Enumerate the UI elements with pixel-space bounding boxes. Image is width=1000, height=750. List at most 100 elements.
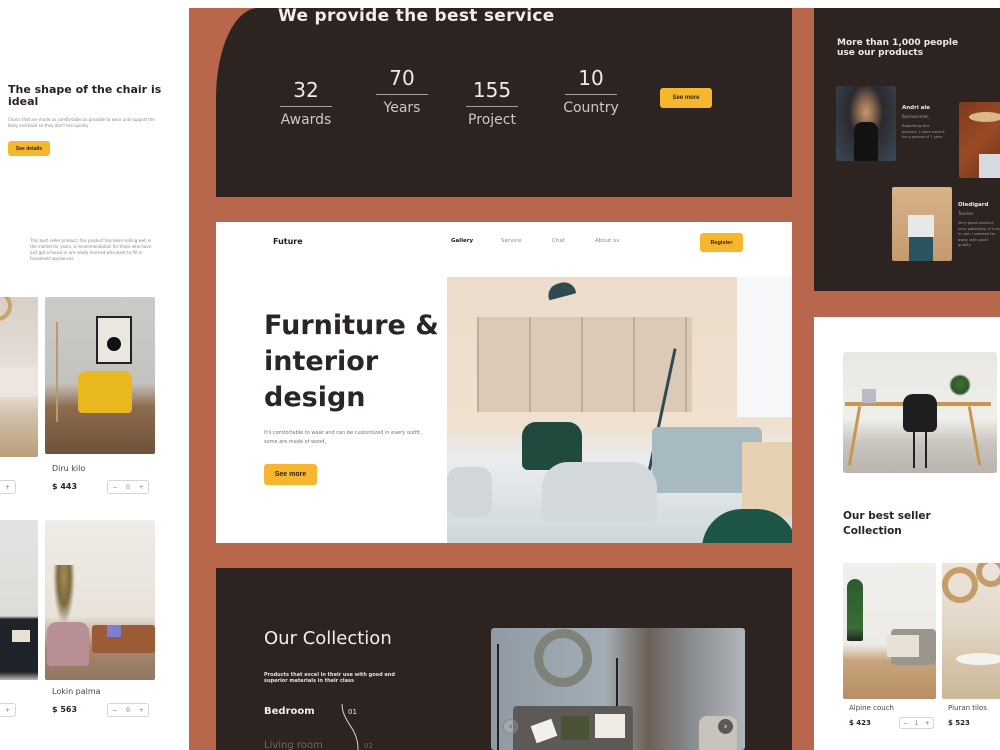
product-image-dark-sofa[interactable] (0, 520, 38, 680)
hero-see-more-button[interactable]: See more (264, 464, 317, 485)
product-name: Diru kilo (52, 464, 86, 473)
stat-years: 70 Years (374, 66, 430, 116)
stat-value: 70 (389, 66, 415, 90)
nav-gallery[interactable]: Gallery (451, 238, 473, 244)
stat-country: 10 Country (561, 66, 621, 116)
chevron-left-icon: ‹ (508, 721, 513, 732)
hero-description: It's comfortable to wear and can be cust… (264, 430, 422, 445)
quantity-stepper[interactable]: − 0 + (107, 480, 149, 494)
see-more-button[interactable]: See more (660, 88, 712, 108)
collection-curve-indicator (341, 703, 359, 750)
carousel-prev-button[interactable]: ‹ (503, 719, 518, 734)
collection-heading: Our Collection (264, 628, 392, 649)
minus-icon[interactable]: − (112, 707, 117, 714)
register-button[interactable]: Register (700, 233, 743, 252)
plus-icon[interactable]: + (925, 720, 930, 727)
nav-chat[interactable]: Chat (552, 238, 565, 244)
white-chair-left (447, 467, 492, 517)
left-product-page: The shape of the chair is ideal Chairs t… (0, 0, 189, 750)
testimonials-heading: More than 1,000 people use our products (837, 38, 959, 58)
stat-divider (280, 106, 332, 107)
product-image-living-room[interactable] (0, 297, 38, 457)
product-price: $ 523 (948, 719, 970, 727)
testimonial-role: Businessman (902, 114, 929, 119)
quantity-stepper[interactable]: 0 + (0, 703, 16, 717)
sofa-shape (0, 367, 38, 397)
testimonials-section: More than 1,000 people use our products … (814, 8, 1000, 291)
floor-lamp (545, 279, 577, 301)
plus-icon[interactable]: + (5, 707, 10, 714)
pillow (12, 630, 30, 642)
testimonial-text: Regarding this product, I have used it f… (902, 123, 945, 139)
stat-label: Country (563, 100, 619, 116)
product-price: $ 443 (52, 482, 78, 491)
stat-project: 155 Project (464, 78, 520, 128)
quantity-value: 1 (914, 719, 919, 727)
wall-frame (96, 316, 132, 364)
desk-lamp (862, 389, 876, 403)
collection-item-bedroom[interactable]: Bedroom (264, 706, 315, 717)
quantity-stepper[interactable]: − 1 + (899, 717, 934, 729)
product-image-diru-kilo[interactable] (45, 297, 155, 454)
testimonial-name: Oledigard (958, 202, 989, 208)
quantity-value: 0 (126, 483, 130, 491)
nav-service[interactable]: Service (501, 238, 521, 244)
plus-icon[interactable]: + (5, 484, 10, 491)
testimonial-photo-hat (959, 102, 1000, 178)
stat-label: Awards (280, 112, 332, 128)
stat-divider (466, 106, 518, 107)
product-price: $ 563 (52, 705, 78, 714)
plant (949, 374, 971, 396)
shelf (742, 442, 792, 517)
product-image-lokin-palma[interactable] (45, 520, 155, 680)
bestseller-description: This best seller product, this product h… (30, 238, 152, 261)
product-price: $ 423 (849, 719, 871, 727)
stat-value: 32 (293, 78, 319, 102)
stat-value: 10 (578, 66, 604, 90)
testimonial-text: Very good product, very satisfying, it's… (958, 220, 1000, 247)
throw-blanket (887, 635, 919, 657)
quantity-value: 0 (126, 706, 130, 714)
pink-armchair (47, 622, 89, 666)
best-seller-heading: Our best seller Collection (843, 510, 931, 537)
testimonial-role: Teacher (958, 211, 974, 216)
wall-clock (534, 629, 592, 687)
see-details-button[interactable]: See details (8, 141, 50, 156)
quantity-stepper[interactable]: − 0 + (107, 703, 149, 717)
carousel-next-button[interactable]: › (718, 719, 733, 734)
product-image-alpine-couch[interactable] (843, 563, 936, 699)
product-name: Lokin palma (52, 687, 101, 696)
minus-icon[interactable]: − (903, 720, 908, 727)
plus-icon[interactable]: + (139, 484, 144, 491)
rattan-mirror-2 (976, 563, 1000, 587)
product-name: Alpine couch (849, 704, 894, 712)
plus-icon[interactable]: + (139, 707, 144, 714)
stat-divider (376, 94, 428, 95)
black-chair (903, 394, 937, 432)
mirror-decor (0, 297, 12, 321)
service-section: We provide the best service 32 Awards 70… (216, 6, 792, 197)
stat-awards: 32 Awards (278, 78, 334, 128)
rattan-mirror (942, 567, 978, 603)
quantity-stepper[interactable]: 0 + (0, 480, 16, 494)
desk-leg-left (847, 406, 862, 466)
product-name: Piuran tilos (948, 704, 987, 712)
brand-logo[interactable]: Future (273, 237, 303, 246)
white-pillow-2 (595, 714, 625, 738)
green-pillow (561, 716, 589, 740)
bright-window (737, 277, 792, 417)
stat-divider (565, 94, 617, 95)
leather-sofa (92, 625, 155, 653)
floor-lamp (56, 322, 58, 422)
minus-icon[interactable]: − (112, 484, 117, 491)
nav-about-us[interactable]: About us (595, 238, 619, 244)
collection-description: Products that excel in their use with go… (264, 672, 395, 684)
collection-item-living-room[interactable]: Living room (264, 740, 323, 750)
chair-legs (913, 432, 927, 468)
palm-plant (53, 565, 75, 625)
testimonial-photo-oledigard (892, 187, 952, 261)
best-seller-page: Our best seller Collection Alpine couch … (814, 317, 1000, 750)
lamp-left (497, 644, 499, 750)
product-image-piuran-tilos[interactable] (942, 563, 1000, 699)
hero-heading: Furniture & interior design (264, 310, 439, 413)
